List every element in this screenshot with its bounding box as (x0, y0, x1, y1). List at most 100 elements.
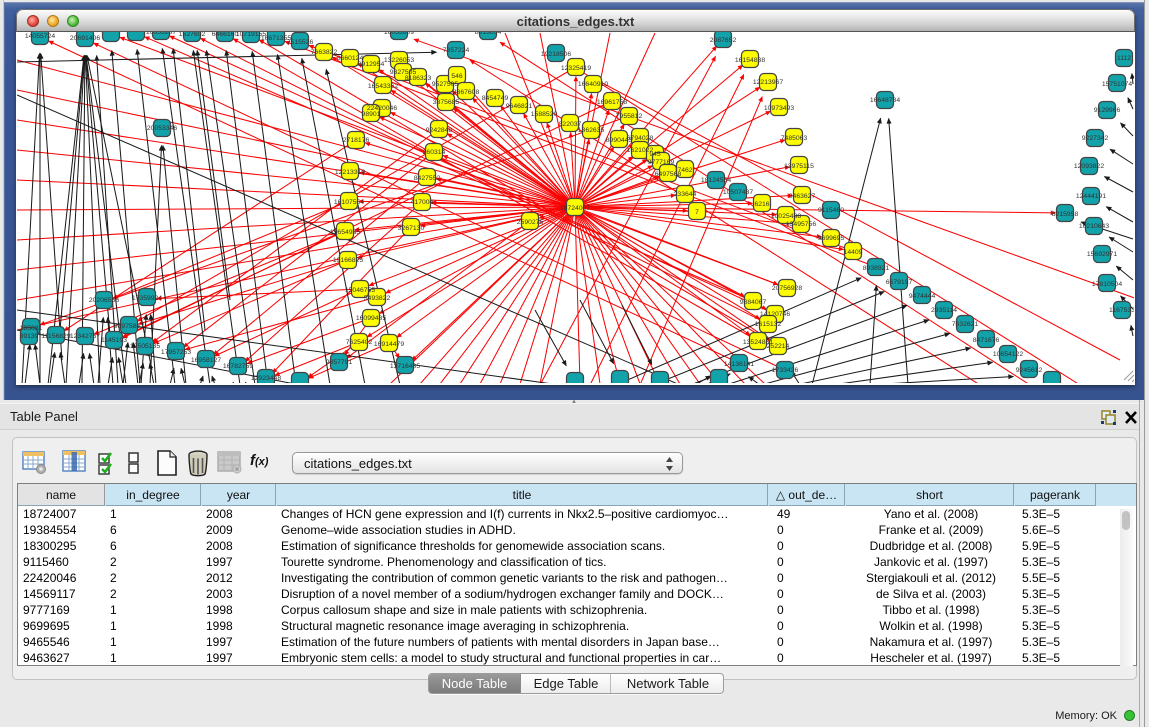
svg-text:9857791: 9857791 (326, 359, 353, 366)
svg-text:16782759: 16782759 (223, 363, 253, 370)
svg-text:9474444: 9474444 (909, 293, 936, 300)
svg-text:8427552: 8427552 (414, 175, 441, 182)
svg-text:8186323: 8186323 (405, 75, 432, 82)
svg-text:7: 7 (695, 209, 699, 216)
svg-text:417004: 417004 (411, 199, 434, 206)
svg-text:7357224: 7357224 (443, 47, 470, 54)
svg-text:15046755: 15046755 (345, 287, 375, 294)
svg-text:9115460: 9115460 (818, 207, 844, 214)
svg-text:9884067: 9884067 (740, 299, 767, 306)
svg-text:9245612: 9245612 (1016, 367, 1043, 374)
svg-text:16648784: 16648784 (870, 97, 900, 104)
svg-text:15751074: 15751074 (1102, 81, 1132, 88)
svg-text:252214: 252214 (767, 343, 790, 350)
svg-text:19654935: 19654935 (330, 229, 360, 236)
svg-text:9227342: 9227342 (1082, 135, 1109, 142)
svg-text:17957253: 17957253 (161, 349, 191, 356)
svg-text:14055724: 14055724 (25, 33, 55, 40)
svg-text:1615132: 1615132 (755, 321, 782, 328)
svg-text:12342757: 12342757 (70, 333, 100, 340)
svg-text:18724007: 18724007 (560, 205, 590, 212)
svg-text:10025488: 10025488 (771, 213, 801, 220)
svg-text:14136141: 14136141 (724, 361, 754, 368)
svg-text:16640910: 16640910 (578, 81, 608, 88)
svg-text:9463627: 9463627 (789, 193, 816, 200)
svg-text:9699695: 9699695 (818, 235, 845, 242)
svg-text:7632621: 7632621 (952, 321, 979, 328)
svg-text:39139: 39139 (20, 333, 39, 340)
svg-text:19166825: 19166825 (333, 257, 363, 264)
svg-text:2867608: 2867608 (453, 89, 480, 96)
svg-text:6679197: 6679197 (886, 279, 913, 286)
svg-text:17359924: 17359924 (132, 295, 162, 302)
svg-text:98975867: 98975867 (114, 323, 144, 330)
svg-text:19218506: 19218506 (541, 51, 571, 58)
svg-text:17810504: 17810504 (1092, 281, 1122, 288)
svg-text:260314: 260314 (423, 149, 446, 156)
svg-text:9129966: 9129966 (1094, 107, 1121, 114)
svg-text:16107554: 16107554 (334, 199, 364, 206)
svg-text:5493822: 5493822 (364, 295, 391, 302)
svg-text:10654122: 10654122 (993, 351, 1023, 358)
svg-text:1362635: 1362635 (578, 127, 605, 134)
svg-text:15692971: 15692971 (1087, 251, 1117, 258)
svg-text:9527505: 9527505 (432, 81, 459, 88)
svg-text:9777169: 9777169 (648, 159, 675, 166)
svg-text:8912954: 8912954 (358, 61, 385, 68)
svg-text:12923448: 12923448 (251, 375, 281, 382)
svg-text:18124554: 18124554 (701, 177, 731, 184)
svg-text:12093822: 12093822 (1074, 163, 1104, 170)
svg-text:14409: 14409 (844, 249, 863, 256)
svg-text:2087652: 2087652 (710, 37, 737, 44)
svg-text:8471676: 8471676 (973, 337, 1000, 344)
svg-text:2935114: 2935114 (931, 307, 957, 314)
svg-text:10507487: 10507487 (723, 189, 753, 196)
svg-text:16543362: 16543362 (368, 83, 398, 90)
svg-text:7625402: 7625402 (346, 339, 373, 346)
svg-text:1167533: 1167533 (1109, 307, 1134, 314)
svg-text:1588520: 1588520 (531, 111, 558, 118)
svg-text:8215958: 8215958 (1052, 211, 1079, 218)
svg-text:7515526: 7515526 (287, 39, 314, 46)
svg-text:12325419: 12325419 (561, 65, 591, 72)
svg-text:12505135: 12505135 (130, 343, 160, 350)
svg-text:20691406: 20691406 (70, 35, 100, 42)
svg-text:16914479: 16914479 (374, 341, 404, 348)
svg-text:7462: 7462 (677, 167, 692, 174)
svg-text:20206556: 20206556 (89, 297, 119, 304)
svg-text:9646821: 9646821 (506, 103, 533, 110)
svg-text:13495756: 13495756 (786, 221, 816, 228)
svg-text:12213967: 12213967 (753, 79, 783, 86)
svg-text:16154838: 16154838 (735, 57, 765, 64)
svg-text:13226053: 13226053 (384, 57, 414, 64)
svg-text:8938921: 8938921 (863, 265, 890, 272)
svg-text:98901: 98901 (362, 111, 381, 118)
svg-text:6216: 6216 (754, 201, 769, 208)
svg-text:13716485: 13716485 (390, 363, 420, 370)
svg-text:2718176: 2718176 (343, 137, 370, 144)
svg-text:10973493: 10973493 (764, 105, 794, 112)
svg-text:7663822: 7663822 (311, 49, 338, 56)
svg-text:2590275: 2590275 (517, 219, 544, 226)
svg-text:9242848: 9242848 (426, 127, 453, 134)
svg-text:12213319: 12213319 (335, 169, 365, 176)
svg-text:8454749: 8454749 (482, 95, 509, 102)
svg-text:1145193: 1145193 (101, 337, 127, 344)
svg-text:7955812: 7955812 (616, 113, 643, 120)
svg-text:3267130: 3267130 (398, 225, 425, 232)
svg-text:12444191: 12444191 (1076, 193, 1106, 200)
svg-text:13975115: 13975115 (784, 163, 814, 170)
svg-text:16210643: 16210643 (1079, 223, 1109, 230)
svg-text:7485063: 7485063 (781, 135, 808, 142)
svg-text:16961758: 16961758 (597, 99, 627, 106)
svg-text:546: 546 (451, 73, 463, 80)
svg-text:3875685: 3875685 (433, 99, 460, 106)
svg-text:185081: 185081 (20, 325, 43, 332)
svg-text:14120746: 14120746 (760, 311, 790, 318)
svg-text:11156829: 11156829 (41, 333, 70, 340)
svg-text:233644: 233644 (674, 191, 697, 198)
svg-text:1112: 1112 (1117, 55, 1131, 62)
svg-text:20756928: 20756928 (772, 285, 802, 292)
svg-text:20053346: 20053346 (147, 125, 177, 132)
svg-text:945: 945 (649, 151, 661, 158)
